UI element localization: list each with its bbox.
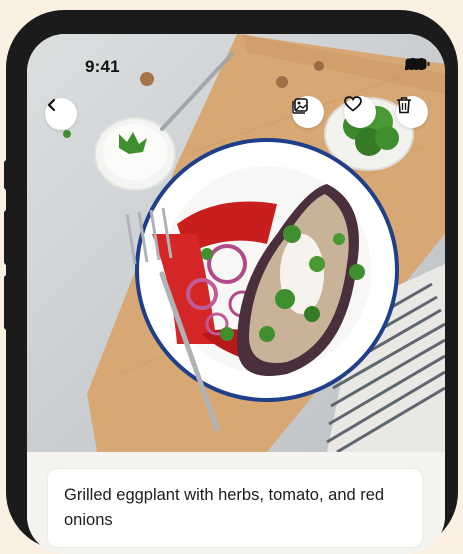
- recipe-title-card: Grilled eggplant with herbs, tomato, and…: [47, 468, 423, 548]
- phone-volume-up: [4, 210, 12, 265]
- status-bar: 9:41: [27, 34, 445, 86]
- gallery-button[interactable]: [292, 96, 324, 128]
- delete-button[interactable]: [396, 96, 428, 128]
- chevron-left-icon: [47, 98, 56, 112]
- recipe-photo-illustration: [63, 34, 445, 452]
- battery-icon: [405, 58, 430, 70]
- image-gallery-icon: [292, 98, 308, 114]
- recipe-title: Grilled eggplant with herbs, tomato, and…: [64, 486, 385, 529]
- recipe-photo: 9:41: [27, 34, 445, 452]
- trash-icon: [397, 97, 411, 114]
- back-button[interactable]: [45, 98, 77, 130]
- recipe-details-sheet: Grilled eggplant with herbs, tomato, and…: [27, 452, 445, 554]
- phone-volume-down: [4, 275, 12, 330]
- status-time: 9:41: [85, 57, 120, 76]
- phone-side-button: [4, 160, 12, 190]
- app-screen: 9:41 Grilled eggplant with herbs, tomato…: [27, 34, 445, 554]
- heart-icon: [344, 96, 362, 112]
- favorite-button[interactable]: [344, 96, 376, 128]
